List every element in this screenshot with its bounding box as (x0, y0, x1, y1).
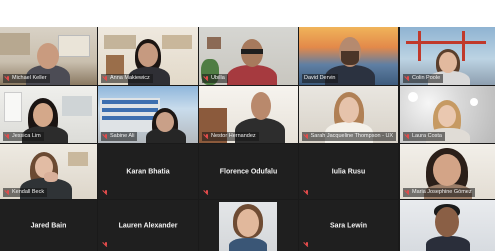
participant-name-tag: Kendall Beck (3, 188, 48, 197)
participant-tile[interactable]: Maria Josephine Gómez (400, 144, 495, 199)
muted-mic-icon (204, 75, 209, 82)
participant-status (302, 240, 312, 249)
participant-name-tag: Michael Keller (3, 74, 50, 83)
participant-status (101, 240, 111, 249)
participant-tile-active-speaker[interactable]: David Dervin (299, 27, 398, 85)
participant-name: Florence Odufalu (219, 168, 278, 175)
muted-mic-icon (5, 133, 10, 140)
participant-video (400, 200, 495, 251)
participant-tile-no-video[interactable]: Lauren Alexander (98, 200, 198, 251)
participant-name: Iulia Rusu (331, 168, 366, 175)
muted-mic-icon (103, 189, 108, 196)
participant-tile[interactable]: Laura Costa (400, 86, 495, 143)
muted-mic-icon (405, 189, 410, 196)
participant-tile-no-video[interactable]: Karan Bhatia (98, 144, 198, 199)
participant-tile[interactable]: Colin Poole (400, 27, 495, 85)
participant-status (302, 188, 312, 197)
muted-mic-icon (5, 75, 10, 82)
muted-mic-icon (304, 133, 309, 140)
muted-mic-icon (304, 189, 309, 196)
muted-mic-icon (103, 241, 108, 248)
participant-name: Sara Lewin (330, 222, 367, 229)
participant-tile[interactable]: Kendall Beck (0, 144, 97, 199)
participant-name: Lauren Alexander (118, 222, 178, 229)
participant-tile-no-video[interactable]: Sara Lewin (299, 200, 398, 251)
participant-gallery: Michael Keller Anna Makiewicz Ubilla Dav… (0, 27, 495, 251)
window-top-bar (0, 0, 495, 27)
participant-status (202, 188, 212, 197)
participant-tile[interactable]: Jessica Lim (0, 86, 97, 143)
participant-video (199, 200, 298, 251)
participant-tile[interactable]: Nestor Hernandez (199, 86, 298, 143)
participant-name-tag: Maria Josephine Gómez (403, 188, 475, 197)
participant-tile[interactable]: Sarah Jacqueline Thompson - UX (299, 86, 398, 143)
muted-mic-icon (304, 241, 309, 248)
participant-tile-no-video[interactable]: Jared Bain (0, 200, 97, 251)
participant-tile[interactable] (400, 200, 495, 251)
muted-mic-icon (405, 133, 410, 140)
participant-tile[interactable]: Anna Makiewicz (98, 27, 198, 85)
participant-status (101, 188, 111, 197)
participant-name-tag: Laura Costa (403, 132, 445, 141)
participant-tile[interactable] (199, 200, 298, 251)
participant-tile-no-video[interactable]: Iulia Rusu (299, 144, 398, 199)
meeting-window: Michael Keller Anna Makiewicz Ubilla Dav… (0, 0, 495, 251)
participant-tile[interactable]: Sabine Ali (98, 86, 198, 143)
muted-mic-icon (5, 189, 10, 196)
participant-name-tag: Nestor Hernandez (202, 132, 259, 141)
participant-tile[interactable]: Michael Keller (0, 27, 97, 85)
participant-tile[interactable]: Ubilla (199, 27, 298, 85)
participant-name-tag: Jessica Lim (3, 132, 44, 141)
participant-name-tag: Anna Makiewicz (101, 74, 153, 83)
participant-name-tag: David Dervin (302, 74, 339, 83)
muted-mic-icon (405, 75, 410, 82)
participant-name-tag: Ubilla (202, 74, 228, 83)
muted-mic-icon (103, 75, 108, 82)
participant-name: Karan Bhatia (126, 168, 170, 175)
participant-name-tag: Sabine Ali (101, 132, 138, 141)
participant-tile-no-video[interactable]: Florence Odufalu (199, 144, 298, 199)
muted-mic-icon (103, 133, 108, 140)
muted-mic-icon (204, 189, 209, 196)
muted-mic-icon (204, 133, 209, 140)
participant-name-tag: Colin Poole (403, 74, 444, 83)
participant-name-tag: Sarah Jacqueline Thompson - UX (302, 132, 397, 141)
participant-name: Jared Bain (30, 222, 67, 229)
